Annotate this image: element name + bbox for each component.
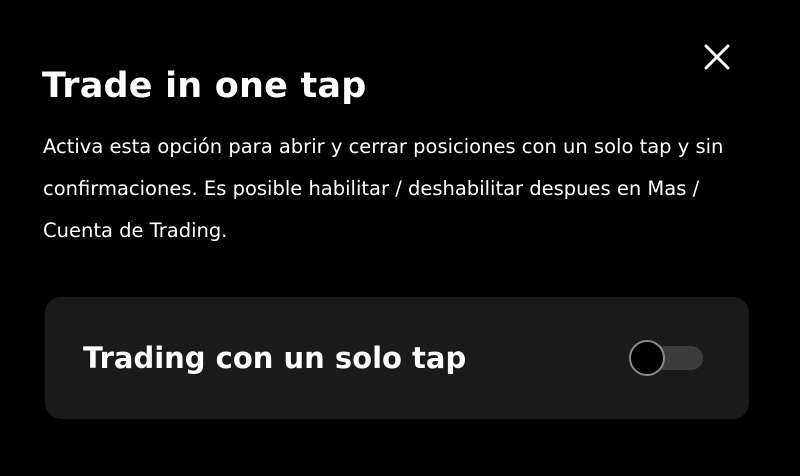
close-button[interactable] [700, 40, 734, 74]
close-icon [704, 44, 730, 70]
one-tap-toggle[interactable] [629, 340, 705, 376]
dialog-description: Activa esta opción para abrir y cerrar p… [43, 135, 724, 242]
one-tap-setting-label: Trading con un solo tap [83, 341, 467, 375]
one-tap-setting-card: Trading con un solo tap [45, 297, 749, 419]
toggle-knob [629, 340, 665, 376]
dialog-title: Trade in one tap [42, 66, 367, 106]
one-tap-trading-dialog: Trade in one tap Activa esta opción para… [0, 0, 800, 476]
